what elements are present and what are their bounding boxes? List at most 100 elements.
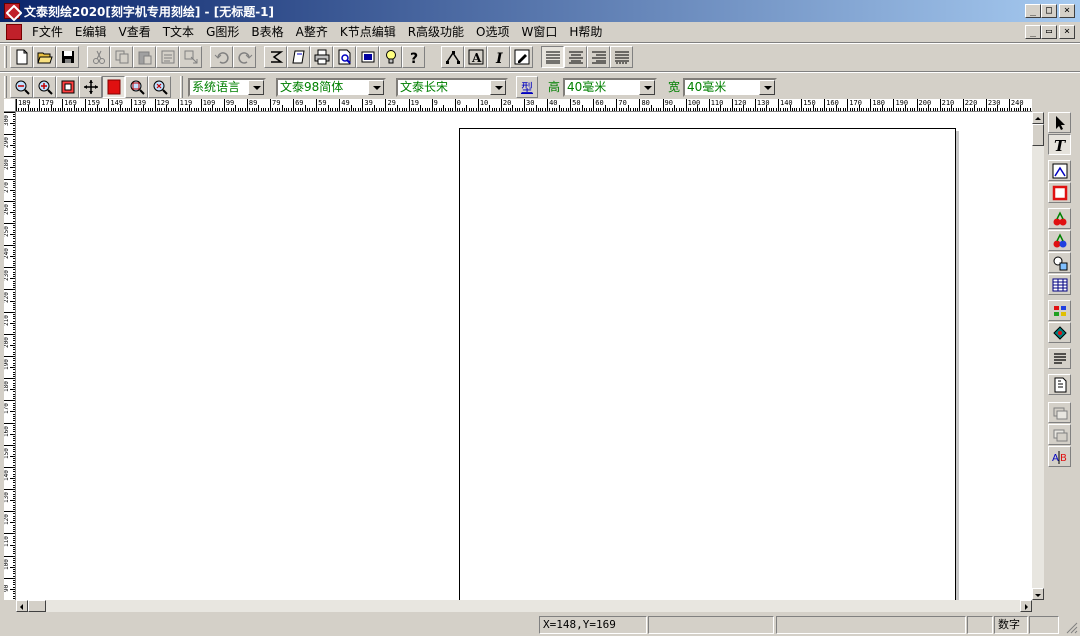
type-button[interactable]: 型 bbox=[516, 76, 538, 98]
shape-edit-tool[interactable] bbox=[1048, 160, 1071, 181]
print-preview-button[interactable] bbox=[333, 46, 356, 68]
zoom-out-button[interactable] bbox=[10, 76, 33, 98]
align-center-button[interactable] bbox=[564, 46, 587, 68]
menu-node-edit[interactable]: K节点编辑 bbox=[334, 22, 402, 42]
fruit-tool[interactable] bbox=[1048, 208, 1071, 229]
vertical-scrollbar[interactable] bbox=[1032, 112, 1044, 600]
italic-button[interactable]: I bbox=[487, 46, 510, 68]
maximize-button[interactable]: □ bbox=[1041, 4, 1057, 18]
menu-view[interactable]: V查看 bbox=[113, 22, 157, 42]
chevron-down-icon[interactable] bbox=[759, 80, 775, 95]
fruit-color-tool[interactable] bbox=[1048, 230, 1071, 251]
font-style-select[interactable]: 文泰长宋 bbox=[396, 78, 508, 97]
menu-options[interactable]: O选项 bbox=[470, 22, 515, 42]
resize-grip[interactable] bbox=[1064, 620, 1078, 634]
chevron-down-icon[interactable] bbox=[368, 80, 384, 95]
ruler-label: 180 bbox=[4, 381, 10, 393]
open-button[interactable] bbox=[33, 46, 56, 68]
close-button[interactable]: × bbox=[1059, 4, 1075, 18]
format-toolbar-grip[interactable] bbox=[4, 76, 7, 98]
horizontal-scroll-thumb[interactable] bbox=[28, 600, 46, 612]
layer-tool-1[interactable] bbox=[1048, 402, 1071, 423]
ruler-label: 250 bbox=[4, 226, 10, 237]
menu-text[interactable]: T文本 bbox=[157, 22, 200, 42]
ruler-label: 180 bbox=[872, 99, 886, 107]
document-icon[interactable] bbox=[6, 24, 22, 40]
output-button[interactable] bbox=[356, 46, 379, 68]
mdi-minimize-button[interactable]: _ bbox=[1025, 25, 1041, 39]
scroll-right-button[interactable] bbox=[1020, 600, 1032, 612]
horizontal-scrollbar[interactable] bbox=[16, 600, 1032, 612]
rectangle-tool[interactable] bbox=[1048, 182, 1071, 203]
scroll-up-button[interactable] bbox=[1032, 112, 1044, 124]
title-bar[interactable]: 文泰刻绘2020[刻字机专用刻绘] - [无标题-1] _ □ × bbox=[0, 0, 1080, 22]
spell-check-tool[interactable]: AB bbox=[1048, 446, 1071, 467]
height-select[interactable]: 40毫米 bbox=[563, 78, 657, 97]
app-icon[interactable] bbox=[4, 3, 20, 19]
text-tool[interactable]: T bbox=[1048, 134, 1071, 155]
minimize-button[interactable]: _ bbox=[1025, 4, 1041, 18]
text-box-button[interactable]: A bbox=[464, 46, 487, 68]
status-cell-2 bbox=[648, 616, 774, 634]
justify-button[interactable] bbox=[610, 46, 633, 68]
print-button[interactable] bbox=[310, 46, 333, 68]
help-button[interactable]: ? bbox=[402, 46, 425, 68]
redo-button[interactable] bbox=[233, 46, 256, 68]
horizontal-ruler[interactable]: 189 179 169 159 149 139 129 119 109 99 89 79 69 59 49 3… bbox=[16, 99, 1032, 112]
mdi-restore-button[interactable]: ▭ bbox=[1041, 25, 1057, 39]
pan-button[interactable] bbox=[79, 76, 102, 98]
select-tool[interactable] bbox=[1048, 112, 1071, 133]
paste-special-button[interactable] bbox=[156, 46, 179, 68]
ruler-label: 150 bbox=[803, 99, 816, 107]
menu-window[interactable]: W窗口 bbox=[516, 22, 564, 42]
page-area[interactable] bbox=[459, 128, 956, 600]
drawing-canvas[interactable] bbox=[16, 112, 1032, 600]
edit-text-button[interactable] bbox=[510, 46, 533, 68]
menu-edit[interactable]: E编辑 bbox=[69, 22, 113, 42]
save-button[interactable] bbox=[56, 46, 79, 68]
clone-button[interactable] bbox=[179, 46, 202, 68]
menu-help[interactable]: H帮助 bbox=[563, 22, 608, 42]
shapes-tool[interactable] bbox=[1048, 252, 1071, 273]
fill-tool[interactable] bbox=[1048, 322, 1071, 343]
width-select[interactable]: 40毫米 bbox=[683, 78, 777, 97]
menu-graphics[interactable]: G图形 bbox=[200, 22, 245, 42]
toolbar-grip[interactable] bbox=[4, 46, 7, 68]
chevron-down-icon[interactable] bbox=[639, 80, 655, 95]
align-left-button[interactable] bbox=[541, 46, 564, 68]
scroll-down-button[interactable] bbox=[1032, 588, 1044, 600]
import-button[interactable] bbox=[264, 46, 287, 68]
mdi-close-button[interactable]: × bbox=[1059, 25, 1075, 39]
tip-button[interactable] bbox=[379, 46, 402, 68]
color-palette-tool[interactable] bbox=[1048, 300, 1071, 321]
open-doc-button[interactable] bbox=[287, 46, 310, 68]
paragraph-tool[interactable] bbox=[1048, 348, 1071, 369]
zoom-fit-button[interactable] bbox=[125, 76, 148, 98]
align-right-button[interactable] bbox=[587, 46, 610, 68]
menu-advanced[interactable]: R高级功能 bbox=[402, 22, 470, 42]
zoom-in-button[interactable] bbox=[33, 76, 56, 98]
vertical-ruler[interactable]: 300 290 280 270 260 250 240 230 220 210 200 190 180 1… bbox=[4, 112, 16, 600]
layer-tool-2[interactable] bbox=[1048, 424, 1071, 445]
paste-button[interactable] bbox=[133, 46, 156, 68]
font-select[interactable]: 文泰98简体 bbox=[276, 78, 386, 97]
zoom-page-button[interactable] bbox=[56, 76, 79, 98]
chevron-down-icon[interactable] bbox=[248, 80, 264, 95]
page-setup-tool[interactable] bbox=[1048, 374, 1071, 395]
undo-button[interactable] bbox=[210, 46, 233, 68]
scroll-left-button[interactable] bbox=[16, 600, 28, 612]
zoom-select-button[interactable] bbox=[148, 76, 171, 98]
new-file-button[interactable] bbox=[10, 46, 33, 68]
node-edit-button[interactable] bbox=[441, 46, 464, 68]
menu-file[interactable]: F文件 bbox=[26, 22, 69, 42]
format-grip-2[interactable] bbox=[180, 76, 183, 98]
vertical-scroll-thumb[interactable] bbox=[1032, 124, 1044, 146]
copy-button[interactable] bbox=[110, 46, 133, 68]
language-select[interactable]: 系统语言 bbox=[188, 78, 266, 97]
menu-align[interactable]: A整齐 bbox=[290, 22, 334, 42]
menu-table[interactable]: B表格 bbox=[245, 22, 289, 42]
chevron-down-icon[interactable] bbox=[490, 80, 506, 95]
table-tool[interactable] bbox=[1048, 274, 1071, 295]
cut-button[interactable] bbox=[87, 46, 110, 68]
color-red-button[interactable] bbox=[102, 76, 125, 98]
